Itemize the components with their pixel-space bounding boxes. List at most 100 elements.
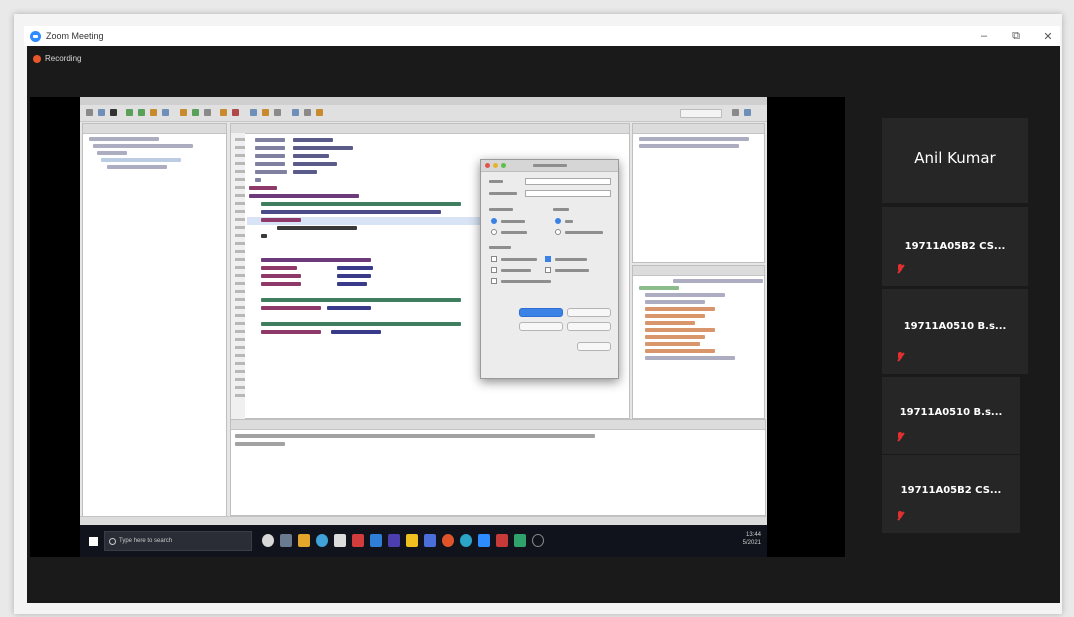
whole-word-checkbox[interactable] — [491, 267, 497, 273]
taskbar-app-icon[interactable] — [388, 534, 400, 547]
participant-tile[interactable]: 19711A0510 B.s... — [882, 377, 1020, 454]
taskbar-app-icon[interactable] — [442, 534, 454, 547]
all-radio[interactable] — [555, 218, 561, 224]
backward-radio[interactable] — [491, 229, 497, 235]
taskbar-app-icon[interactable] — [514, 534, 526, 547]
chrome-icon[interactable] — [460, 534, 472, 547]
record-icon — [33, 54, 41, 63]
store-icon[interactable] — [334, 534, 346, 547]
participant-tile[interactable]: 19711A05B2 CS... — [882, 455, 1020, 533]
replace-field[interactable] — [525, 190, 611, 197]
toolbar-icon — [98, 109, 105, 116]
zoom-app-icon[interactable] — [478, 534, 490, 547]
console-tabs — [231, 420, 765, 430]
taskbar-app-icon[interactable] — [370, 534, 382, 547]
ide-title-bar — [80, 97, 767, 105]
participant-tile[interactable]: 19711A05B2 CS... — [882, 207, 1028, 286]
close-button[interactable]: ✕ — [1040, 30, 1056, 43]
toolbar-icon — [180, 109, 187, 116]
wrap-search-checkbox[interactable] — [545, 256, 551, 262]
console-line — [235, 442, 285, 446]
dialog-zoom-icon[interactable] — [501, 163, 506, 168]
toolbar-icon — [232, 109, 239, 116]
toolbar-icon — [292, 109, 299, 116]
clock-time: 13:44 — [745, 532, 761, 538]
taskbar-app-icon[interactable] — [496, 534, 508, 547]
toolbar-icon — [250, 109, 257, 116]
toolbar-icon — [150, 109, 157, 116]
participant-tile[interactable]: Anil Kumar — [882, 118, 1028, 203]
ide-toolbar — [80, 105, 767, 122]
find-button[interactable] — [519, 308, 563, 317]
eclipse-icon[interactable] — [532, 534, 544, 547]
selected-lines-label — [565, 231, 603, 234]
toolbar-icon — [274, 109, 281, 116]
taskbar-app-icon[interactable] — [424, 534, 436, 547]
outline-item — [645, 300, 705, 304]
task-list-pane — [632, 123, 765, 263]
dialog-close-button[interactable] — [577, 342, 611, 351]
outline-item — [645, 314, 705, 318]
incremental-checkbox[interactable] — [545, 267, 551, 273]
taskbar-app-icon[interactable] — [280, 534, 292, 547]
participant-name: Anil Kumar — [914, 149, 996, 167]
tree-item — [89, 137, 159, 141]
incremental-label — [555, 269, 589, 272]
muted-mic-icon — [897, 511, 904, 521]
tree-item — [107, 165, 167, 169]
toolbar-icon — [126, 109, 133, 116]
replace-label — [489, 192, 517, 195]
wrap-search-label — [555, 258, 587, 261]
search-icon — [109, 538, 116, 545]
toolbar-icon — [192, 109, 199, 116]
maximize-button[interactable]: ⧉ — [1008, 30, 1024, 43]
taskbar-search-box[interactable]: Type here to search — [104, 531, 252, 551]
selected-lines-radio[interactable] — [555, 229, 561, 235]
toolbar-icon — [732, 109, 739, 116]
regex-checkbox[interactable] — [491, 278, 497, 284]
outline-item — [645, 335, 705, 339]
forward-label — [501, 220, 525, 223]
recording-indicator[interactable]: Recording — [33, 54, 81, 63]
whole-word-label — [501, 269, 531, 272]
toolbar-icon — [316, 109, 323, 116]
replace-find-button[interactable] — [567, 308, 611, 317]
outline-item — [645, 307, 715, 311]
tree-item — [97, 151, 127, 155]
recording-label: Recording — [45, 54, 82, 63]
quick-access-box — [680, 109, 722, 118]
participant-tile[interactable]: 19711A0510 B.s... — [882, 289, 1028, 374]
dialog-close-icon[interactable] — [485, 163, 490, 168]
direction-label — [489, 208, 513, 211]
outline-item — [639, 286, 679, 290]
editor-tabs — [231, 124, 629, 134]
dialog-minimize-icon[interactable] — [493, 163, 498, 168]
replace-all-button[interactable] — [567, 322, 611, 331]
office-icon[interactable] — [352, 534, 364, 547]
minimize-button[interactable]: – — [976, 30, 992, 42]
zoom-logo-icon — [30, 30, 41, 42]
backward-label — [501, 231, 527, 234]
file-explorer-icon[interactable] — [298, 534, 310, 547]
tree-item — [93, 144, 193, 148]
toolbar-icon — [304, 109, 311, 116]
toolbar-icon — [110, 109, 117, 116]
find-field[interactable] — [525, 178, 611, 185]
shared-screen[interactable]: Type here to search 13:44 5/2021 — [80, 97, 767, 557]
forward-radio[interactable] — [491, 218, 497, 224]
package-explorer-tab — [83, 124, 226, 134]
find-replace-dialog[interactable] — [480, 159, 619, 379]
console-pane — [230, 419, 766, 516]
replace-button[interactable] — [519, 322, 563, 331]
case-sensitive-checkbox[interactable] — [491, 256, 497, 262]
package-explorer-pane — [82, 123, 227, 517]
options-label — [489, 246, 511, 249]
toolbar-icon — [204, 109, 211, 116]
sticky-notes-icon[interactable] — [406, 534, 418, 547]
edge-icon[interactable] — [316, 534, 328, 547]
outline-tab — [633, 266, 764, 276]
system-tray-clock[interactable]: 13:44 5/2021 — [743, 531, 761, 547]
windows-start-icon[interactable] — [89, 537, 98, 546]
windows-taskbar: Type here to search 13:44 5/2021 — [80, 525, 767, 557]
task-view-icon[interactable] — [262, 534, 274, 547]
